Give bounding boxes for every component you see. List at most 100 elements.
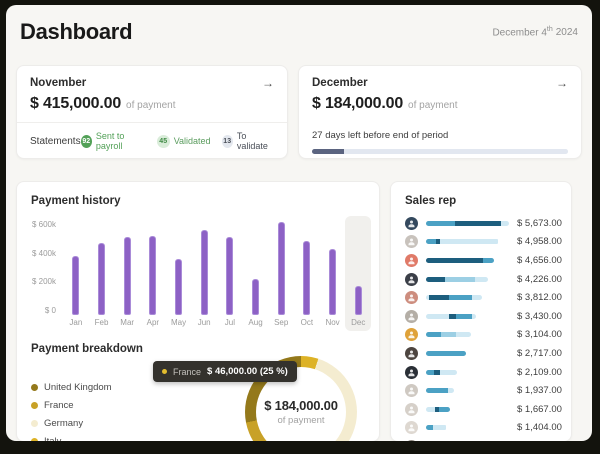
bar-sep[interactable] (277, 222, 285, 315)
sales-bar-segment (426, 350, 466, 356)
sales-bar-segment (439, 369, 457, 375)
x-tick-label: May (170, 318, 187, 327)
sales-bar-segment (426, 406, 435, 412)
sales-amount: $ 1,667.00 (517, 403, 562, 415)
november-arrow-button[interactable]: → (262, 77, 274, 89)
bar-jun[interactable] (200, 230, 208, 315)
badge-label: To validate (236, 131, 268, 151)
chart-column-dec: Dec (345, 216, 372, 331)
sales-bar-segment (475, 276, 488, 282)
avatar (405, 216, 418, 230)
donut-center-suffix: of payment (277, 415, 325, 426)
bar-nov[interactable] (329, 249, 337, 315)
person-icon (408, 387, 415, 395)
sales-bar-segment (455, 220, 501, 226)
bar-may[interactable] (175, 258, 183, 315)
person-icon (408, 424, 415, 432)
y-tick: $ 400k (31, 248, 56, 258)
december-amount-suffix: of payment (408, 100, 458, 111)
sales-bar-segment (449, 295, 472, 301)
sales-rep-row: $ 2,109.00 (405, 363, 562, 382)
bar-space (329, 220, 337, 315)
bar-dec[interactable] (354, 285, 362, 315)
chart-plot-area: Jan Feb Mar Apr May Jun Jul Aug Sep Oct Nov Dec (63, 216, 372, 331)
avatar (405, 365, 418, 379)
payment-history-title: Payment history (31, 195, 121, 207)
chart-column-mar: Mar (114, 216, 140, 331)
sales-bar (426, 276, 488, 282)
avatar (405, 439, 418, 441)
avatar (405, 402, 418, 416)
statements-label: Statements (30, 135, 81, 147)
sales-bar-segment (426, 369, 434, 375)
person-icon (408, 238, 415, 246)
person-icon (408, 331, 415, 339)
bar-apr[interactable] (149, 235, 157, 315)
chart-column-sep: Sep (268, 216, 294, 331)
badge-count: 92 (80, 134, 92, 148)
bar-mar[interactable] (123, 237, 131, 315)
statements-badges: 92 Sent to payroll 45 Validated 13 To validat… (80, 131, 274, 151)
badge-count: 13 (221, 134, 233, 148)
bar-jan[interactable] (72, 256, 80, 315)
avatar (405, 309, 418, 323)
sales-bar-segment (472, 313, 477, 319)
statement-badge: 13 To validate (221, 131, 274, 151)
x-tick-label: Aug (248, 318, 263, 327)
legend-label: Italy (44, 436, 61, 441)
december-arrow-button[interactable]: → (556, 77, 568, 89)
avatar (405, 253, 418, 267)
avatar (405, 346, 418, 360)
sales-amount: $ 3,812.00 (517, 292, 562, 304)
december-amount: $ 184,000.00 (312, 95, 404, 112)
sales-bar-segment (455, 332, 472, 338)
x-tick-label: Oct (300, 318, 314, 327)
bar-oct[interactable] (303, 241, 311, 315)
payment-history-chart: $ 600k $ 400k $ 200k $ 0 Jan Feb Mar Apr May… (17, 216, 379, 331)
sales-bar-segment (440, 239, 499, 245)
y-tick: $ 200k (31, 277, 56, 287)
sales-bar (426, 220, 509, 226)
legend-label: France (44, 400, 74, 411)
sales-amount: $ 4,656.00 (517, 254, 562, 266)
sales-bar-segment (426, 239, 437, 245)
date-year: 2024 (555, 27, 578, 39)
sales-bar-segment (426, 388, 449, 394)
person-icon (408, 257, 415, 265)
chart-column-jun: Jun (191, 216, 217, 331)
sales-bar-segment (426, 220, 456, 226)
card-divider (17, 122, 287, 123)
sales-bar (426, 425, 447, 431)
y-tick: $ 0 (44, 305, 56, 315)
november-card: November → $ 415,000.00 of payment State… (16, 65, 288, 159)
bar-space (98, 220, 105, 315)
sales-bar-segment (440, 332, 456, 338)
main-row: Payment history $ 600k $ 400k $ 200k $ 0… (16, 181, 582, 441)
payment-breakdown-section: Payment breakdown United Kingdom France Ge… (17, 331, 379, 441)
statement-badge: 92 Sent to payroll (80, 131, 146, 151)
chart-column-may: May (166, 216, 192, 331)
avatar (405, 384, 418, 398)
tooltip-country: France (173, 366, 202, 377)
bar-feb[interactable] (98, 243, 105, 315)
date-ordinal: th (546, 25, 553, 33)
bar-space (252, 220, 260, 315)
person-icon (408, 313, 415, 321)
avatar (405, 291, 418, 305)
sales-amount: $ 4,226.00 (517, 273, 562, 285)
sales-amount: $ 5,673.00 (517, 217, 562, 229)
sales-bar (426, 406, 451, 412)
person-icon (408, 369, 415, 376)
bar-jul[interactable] (226, 237, 234, 315)
payment-history-section: Payment history $ 600k $ 400k $ 200k $ 0… (17, 182, 379, 331)
sales-bar-zone (426, 425, 509, 431)
sales-bar-segment (438, 406, 451, 412)
legend-color-dot (31, 384, 38, 391)
chart-y-axis: $ 600k $ 400k $ 200k $ 0 (17, 216, 63, 315)
bar-aug[interactable] (252, 278, 260, 315)
bar-space (200, 220, 208, 315)
x-tick-label: Jun (197, 318, 211, 327)
sales-bar (426, 332, 472, 338)
sales-rep-row: $ 1,404.00 (405, 419, 562, 438)
badge-label: Validated (173, 136, 211, 146)
